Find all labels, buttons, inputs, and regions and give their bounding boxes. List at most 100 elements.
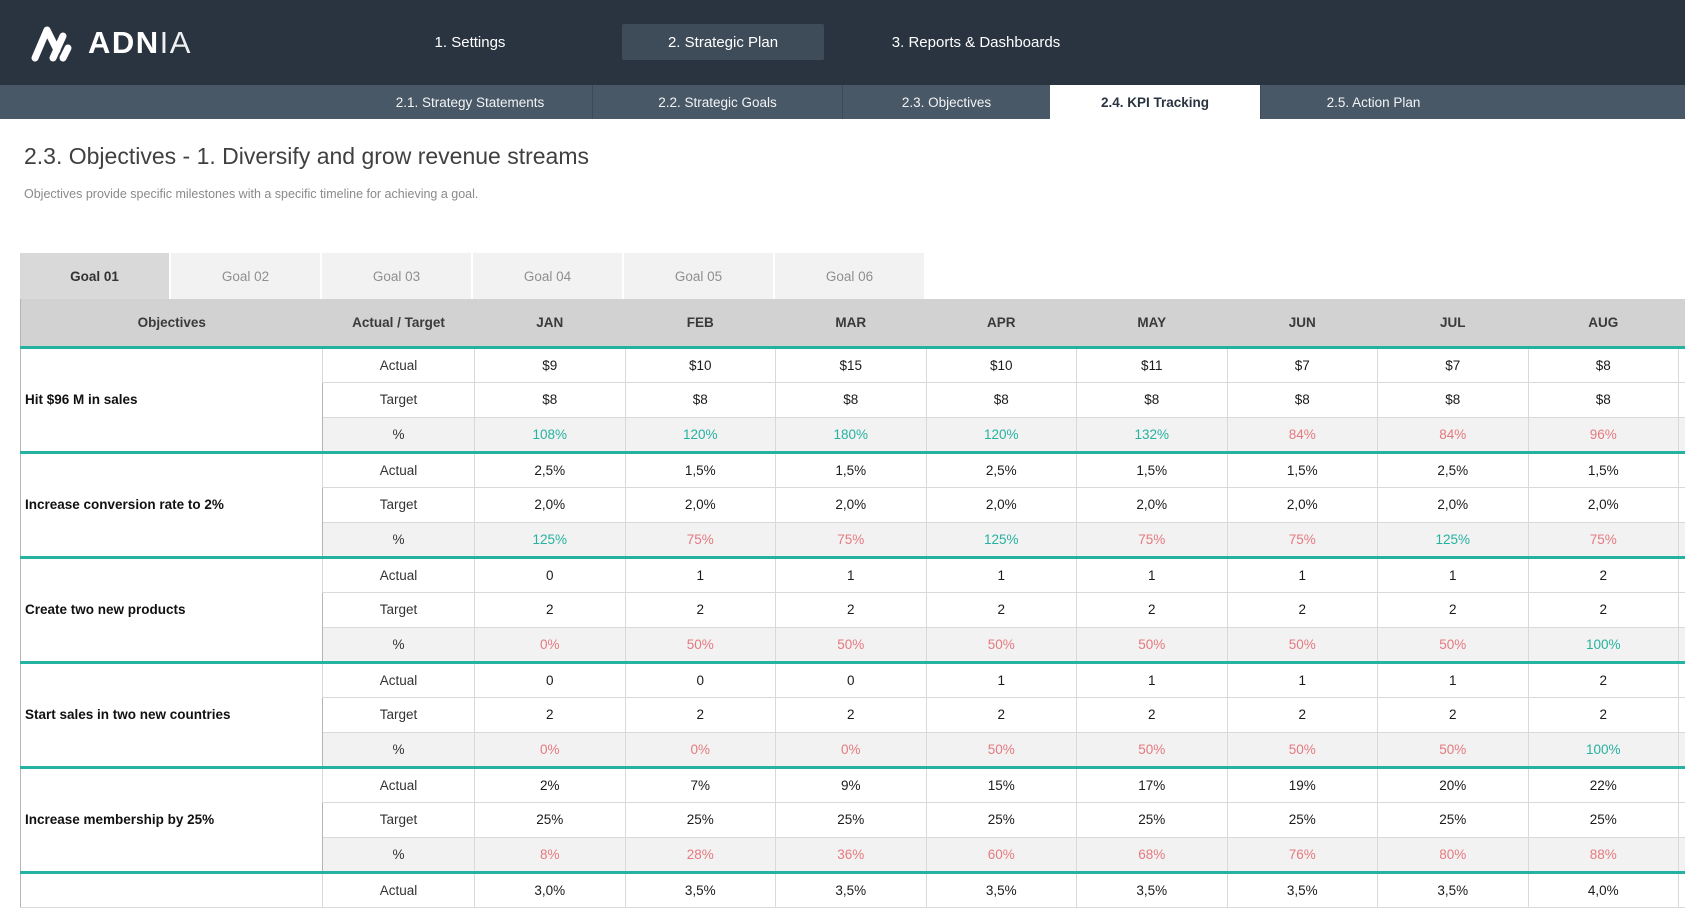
cell-percent-jun[interactable]: 76% xyxy=(1227,837,1378,872)
cell-percent-apr[interactable]: 125% xyxy=(926,522,1077,557)
cell-actual-jun[interactable]: 3,5% xyxy=(1227,872,1378,907)
cell-actual-jan[interactable]: 3,0% xyxy=(475,872,626,907)
cell-actual-mar[interactable]: 1 xyxy=(776,557,927,592)
cell-actual-feb[interactable]: 1,5% xyxy=(625,452,776,487)
cell-percent-jan[interactable]: 8% xyxy=(475,837,626,872)
goal-tab-04[interactable]: Goal 04 xyxy=(473,253,622,299)
cell-target-may[interactable]: 2 xyxy=(1077,697,1228,732)
cell-actual-jun[interactable]: 19% xyxy=(1227,767,1378,802)
cell-target-aug[interactable]: $8 xyxy=(1528,382,1679,417)
cell-target-jul[interactable]: 25% xyxy=(1378,802,1529,837)
cell-actual-mar[interactable]: 1,5% xyxy=(776,452,927,487)
cell-percent-aug[interactable]: 96% xyxy=(1528,417,1679,452)
cell-percent-jan[interactable]: 0% xyxy=(475,732,626,767)
cell-target-may[interactable]: 2 xyxy=(1077,592,1228,627)
cell-target-feb[interactable]: 2,0% xyxy=(625,487,776,522)
subnav-strategy-statements[interactable]: 2.1. Strategy Statements xyxy=(348,85,592,119)
cell-actual-mar[interactable]: 3,5% xyxy=(776,872,927,907)
cell-actual-aug[interactable]: 2 xyxy=(1528,662,1679,697)
cell-target-aug[interactable]: 2,0% xyxy=(1528,487,1679,522)
cell-target-jun[interactable]: 2 xyxy=(1227,592,1378,627)
objective-label[interactable]: Hit $96 M in sales xyxy=(21,347,323,452)
cell-actual-apr[interactable]: 2,5% xyxy=(926,452,1077,487)
cell-actual-feb[interactable]: 1 xyxy=(625,557,776,592)
cell-actual-jan[interactable]: 2% xyxy=(475,767,626,802)
cell-percent-jan[interactable]: 0% xyxy=(475,627,626,662)
cell-target-feb[interactable]: $8 xyxy=(625,382,776,417)
cell-percent-feb[interactable]: 50% xyxy=(625,627,776,662)
cell-actual-apr[interactable]: 3,5% xyxy=(926,872,1077,907)
cell-percent-may[interactable]: 68% xyxy=(1077,837,1228,872)
cell-target-apr[interactable]: 2,0% xyxy=(926,487,1077,522)
cell-actual-may[interactable]: 1 xyxy=(1077,557,1228,592)
objective-label[interactable]: Start sales in two new countries xyxy=(21,662,323,767)
cell-target-may[interactable]: $8 xyxy=(1077,382,1228,417)
cell-actual-jun[interactable]: 1 xyxy=(1227,557,1378,592)
objective-label[interactable]: Increase conversion rate to 2% xyxy=(21,452,323,557)
cell-target-mar[interactable]: 2 xyxy=(776,592,927,627)
cell-target-jan[interactable]: 2 xyxy=(475,592,626,627)
cell-percent-may[interactable]: 50% xyxy=(1077,627,1228,662)
cell-percent-jun[interactable]: 75% xyxy=(1227,522,1378,557)
cell-percent-jul[interactable]: 84% xyxy=(1378,417,1529,452)
cell-target-may[interactable]: 2,0% xyxy=(1077,487,1228,522)
cell-actual-may[interactable]: $11 xyxy=(1077,347,1228,382)
cell-percent-jun[interactable]: 84% xyxy=(1227,417,1378,452)
cell-target-mar[interactable]: $8 xyxy=(776,382,927,417)
cell-actual-jul[interactable]: 2,5% xyxy=(1378,452,1529,487)
cell-target-feb[interactable]: 2 xyxy=(625,697,776,732)
cell-actual-may[interactable]: 1 xyxy=(1077,662,1228,697)
cell-actual-jan[interactable]: 0 xyxy=(475,557,626,592)
cell-percent-feb[interactable]: 28% xyxy=(625,837,776,872)
cell-target-feb[interactable]: 2 xyxy=(625,592,776,627)
cell-percent-may[interactable]: 75% xyxy=(1077,522,1228,557)
cell-actual-jul[interactable]: 1 xyxy=(1378,557,1529,592)
subnav-kpi-tracking[interactable]: 2.4. KPI Tracking xyxy=(1050,85,1260,119)
cell-actual-feb[interactable]: 7% xyxy=(625,767,776,802)
cell-percent-jun[interactable]: 50% xyxy=(1227,627,1378,662)
goal-tab-01[interactable]: Goal 01 xyxy=(20,253,169,299)
cell-actual-aug[interactable]: 4,0% xyxy=(1528,872,1679,907)
cell-target-mar[interactable]: 25% xyxy=(776,802,927,837)
cell-actual-apr[interactable]: 1 xyxy=(926,557,1077,592)
cell-percent-apr[interactable]: 50% xyxy=(926,732,1077,767)
cell-percent-mar[interactable]: 75% xyxy=(776,522,927,557)
goal-tab-03[interactable]: Goal 03 xyxy=(322,253,471,299)
cell-target-jul[interactable]: 2 xyxy=(1378,592,1529,627)
cell-actual-jun[interactable]: $7 xyxy=(1227,347,1378,382)
cell-target-jun[interactable]: $8 xyxy=(1227,382,1378,417)
cell-percent-feb[interactable]: 0% xyxy=(625,732,776,767)
cell-target-apr[interactable]: $8 xyxy=(926,382,1077,417)
cell-percent-mar[interactable]: 180% xyxy=(776,417,927,452)
cell-actual-aug[interactable]: 1,5% xyxy=(1528,452,1679,487)
cell-target-jul[interactable]: 2 xyxy=(1378,697,1529,732)
cell-percent-may[interactable]: 132% xyxy=(1077,417,1228,452)
objective-label[interactable]: Increase membership by 25% xyxy=(21,767,323,872)
goal-tab-06[interactable]: Goal 06 xyxy=(775,253,924,299)
cell-target-jun[interactable]: 25% xyxy=(1227,802,1378,837)
cell-target-apr[interactable]: 2 xyxy=(926,697,1077,732)
cell-target-jan[interactable]: $8 xyxy=(475,382,626,417)
cell-actual-jan[interactable]: 0 xyxy=(475,662,626,697)
subnav-strategic-goals[interactable]: 2.2. Strategic Goals xyxy=(592,85,842,119)
cell-percent-jul[interactable]: 50% xyxy=(1378,627,1529,662)
cell-actual-jul[interactable]: 1 xyxy=(1378,662,1529,697)
cell-percent-aug[interactable]: 75% xyxy=(1528,522,1679,557)
cell-percent-aug[interactable]: 88% xyxy=(1528,837,1679,872)
cell-percent-mar[interactable]: 50% xyxy=(776,627,927,662)
cell-actual-may[interactable]: 1,5% xyxy=(1077,452,1228,487)
cell-actual-jul[interactable]: 3,5% xyxy=(1378,872,1529,907)
cell-target-mar[interactable]: 2,0% xyxy=(776,487,927,522)
cell-percent-jan[interactable]: 125% xyxy=(475,522,626,557)
cell-percent-jun[interactable]: 50% xyxy=(1227,732,1378,767)
cell-actual-apr[interactable]: 15% xyxy=(926,767,1077,802)
cell-percent-aug[interactable]: 100% xyxy=(1528,627,1679,662)
cell-actual-mar[interactable]: $15 xyxy=(776,347,927,382)
subnav-objectives[interactable]: 2.3. Objectives xyxy=(842,85,1050,119)
cell-actual-may[interactable]: 17% xyxy=(1077,767,1228,802)
cell-target-jun[interactable]: 2,0% xyxy=(1227,487,1378,522)
cell-actual-feb[interactable]: 3,5% xyxy=(625,872,776,907)
cell-actual-mar[interactable]: 0 xyxy=(776,662,927,697)
cell-percent-may[interactable]: 50% xyxy=(1077,732,1228,767)
cell-actual-aug[interactable]: 22% xyxy=(1528,767,1679,802)
